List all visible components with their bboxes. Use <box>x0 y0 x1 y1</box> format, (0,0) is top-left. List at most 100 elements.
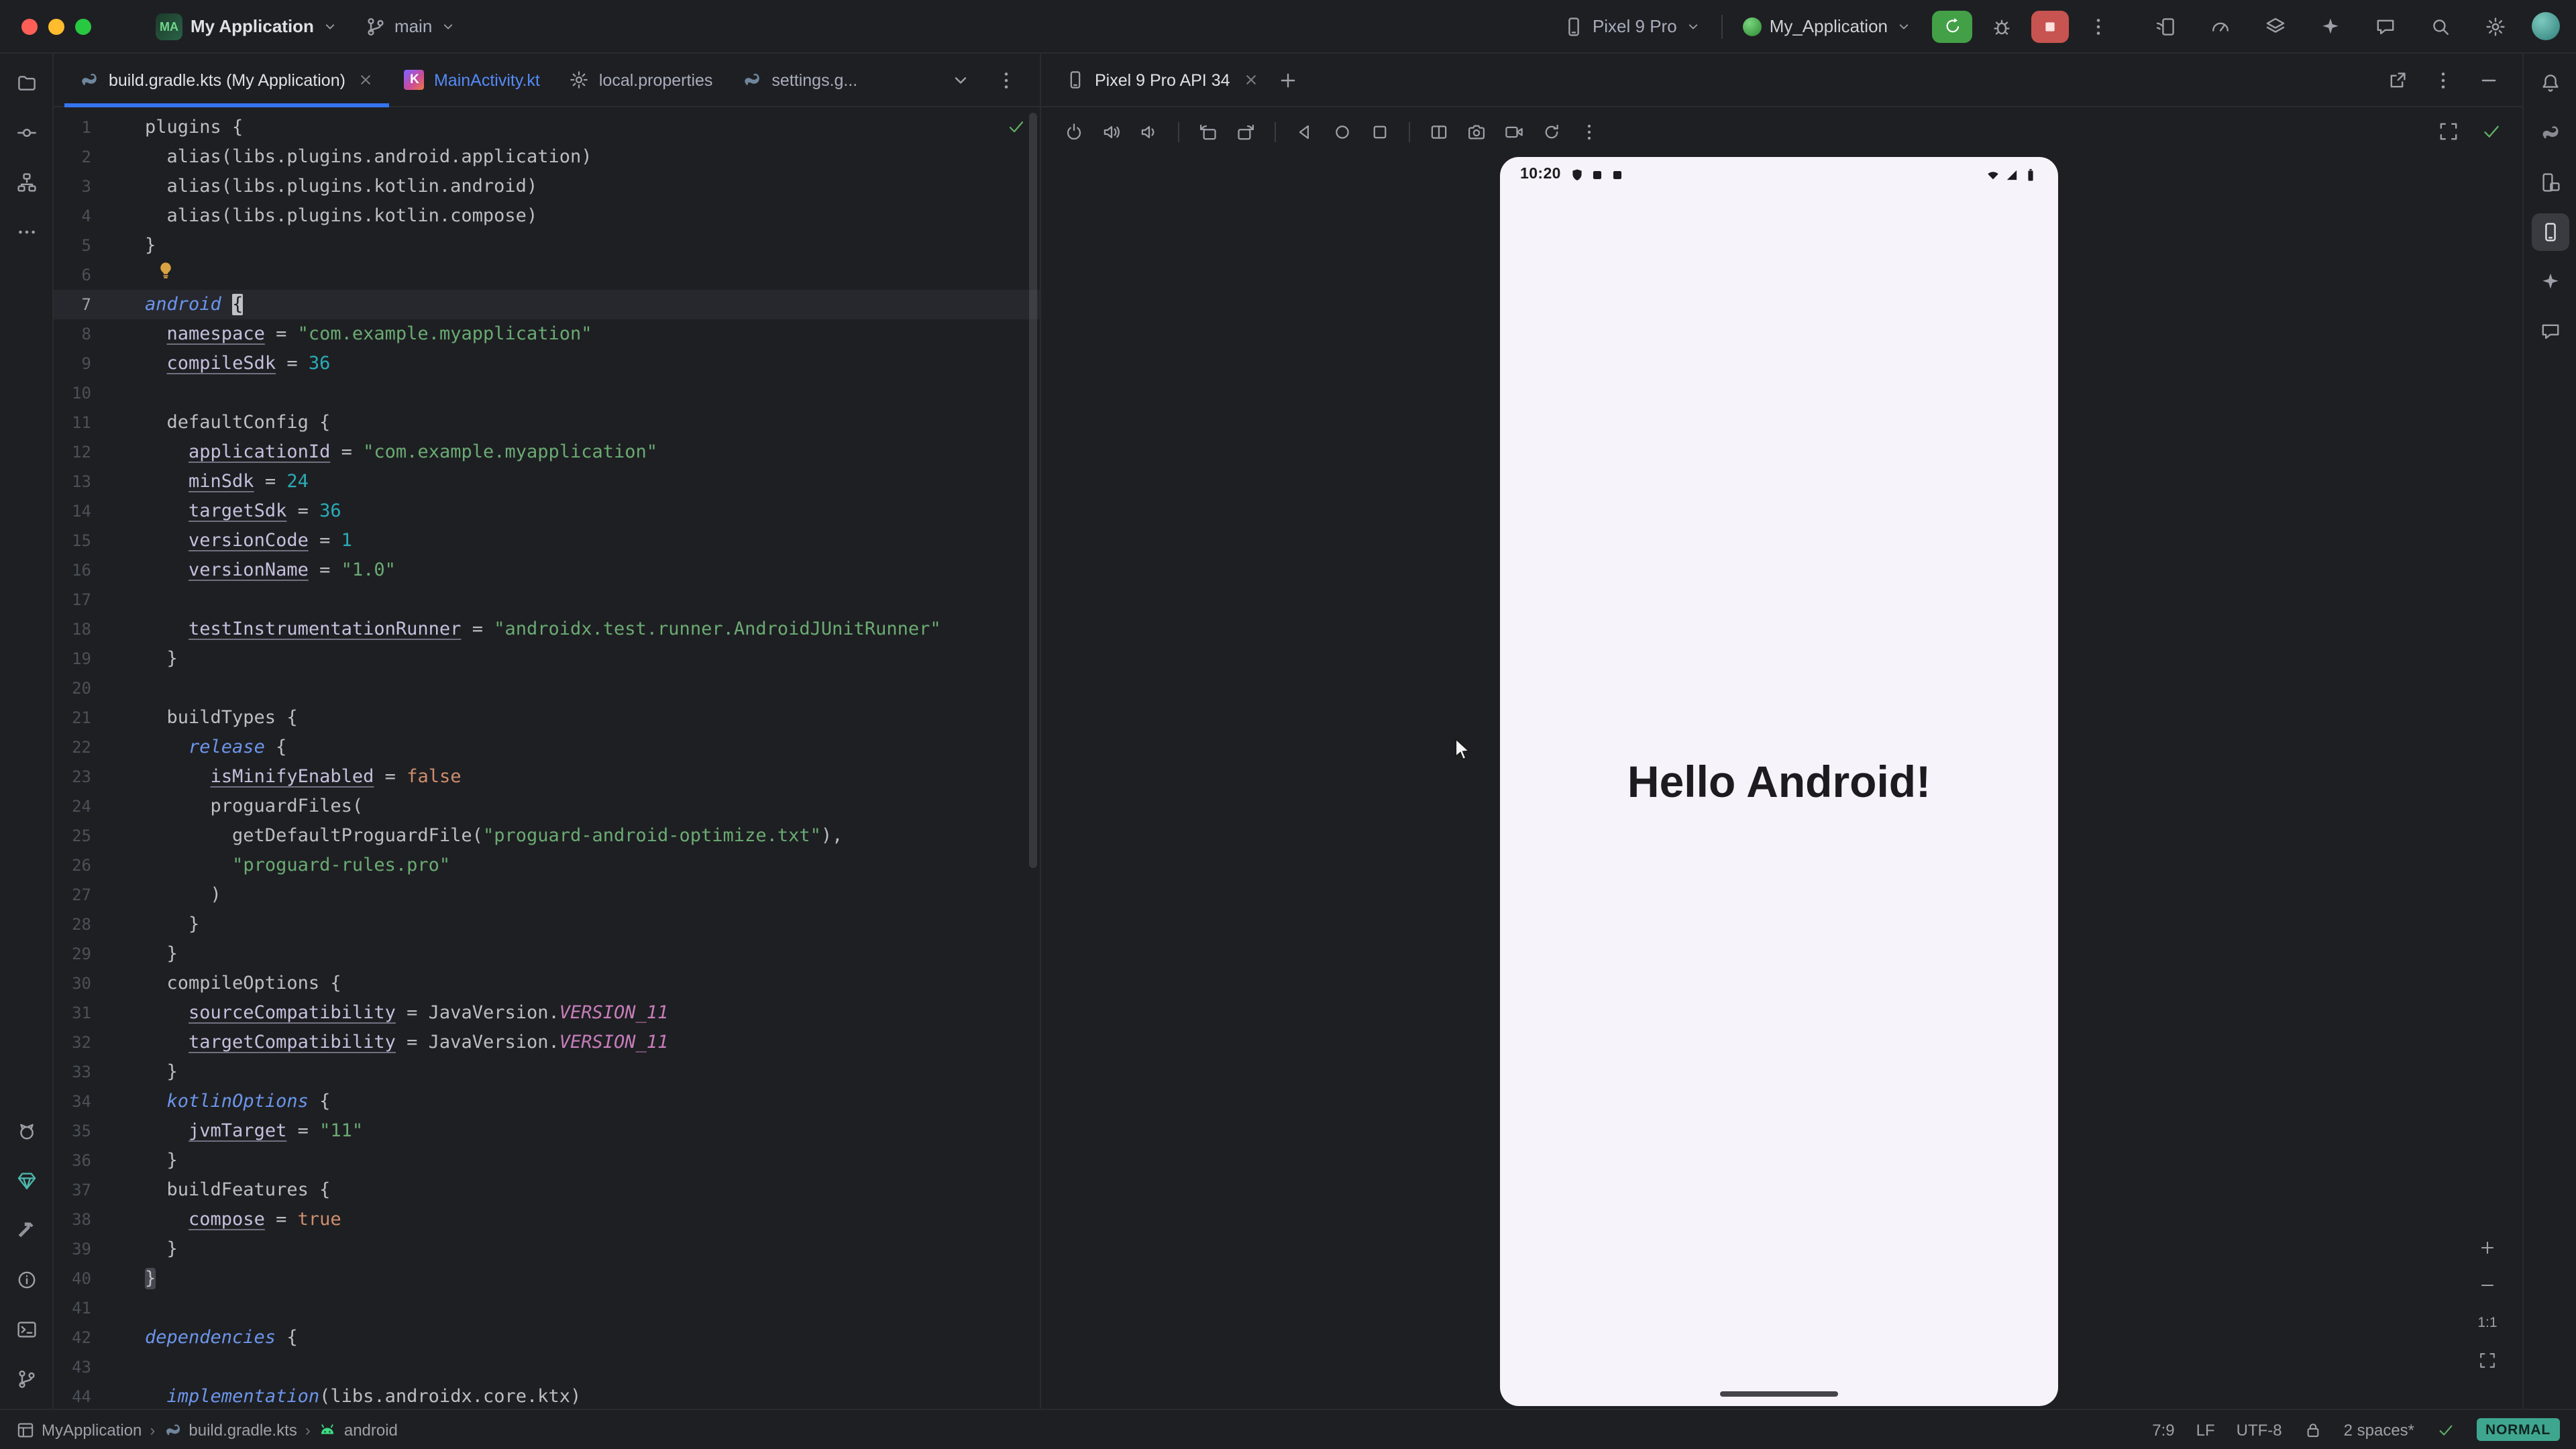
code-line-10[interactable]: 10 <box>54 378 1040 408</box>
code-line-43[interactable]: 43 <box>54 1352 1040 1382</box>
fold-button[interactable] <box>1422 115 1456 148</box>
rotate-left-button[interactable] <box>1191 115 1225 148</box>
version-control-tool-button[interactable] <box>7 1360 45 1398</box>
volume-down-button[interactable] <box>1132 115 1166 148</box>
code-line-19[interactable]: 19 } <box>54 644 1040 674</box>
profile-avatar[interactable] <box>2532 12 2560 40</box>
code-editor[interactable]: 1plugins {2 alias(libs.plugins.android.a… <box>54 107 1040 1409</box>
code-line-14[interactable]: 14 targetSdk = 36 <box>54 496 1040 526</box>
zoom-fit-button[interactable] <box>2474 1347 2501 1374</box>
close-tab-icon[interactable] <box>358 71 375 89</box>
settings-button[interactable] <box>2477 7 2514 45</box>
code-line-40[interactable]: 40} <box>54 1264 1040 1293</box>
breadcrumb-file[interactable]: build.gradle.kts <box>163 1420 297 1439</box>
add-device-button[interactable] <box>1273 65 1303 95</box>
code-line-29[interactable]: 29 } <box>54 939 1040 969</box>
code-line-34[interactable]: 34 kotlinOptions { <box>54 1087 1040 1116</box>
code-line-16[interactable]: 16 versionName = "1.0" <box>54 555 1040 585</box>
code-line-15[interactable]: 15 versionCode = 1 <box>54 526 1040 555</box>
zoom-reset-button[interactable]: 1:1 <box>2474 1309 2501 1336</box>
code-line-44[interactable]: 44 implementation(libs.androidx.core.ktx… <box>54 1382 1040 1409</box>
app-inspection-button[interactable] <box>2257 7 2294 45</box>
code-line-26[interactable]: 26 "proguard-rules.pro" <box>54 851 1040 880</box>
open-in-new-window-button[interactable] <box>2383 65 2412 95</box>
vcs-branch-widget[interactable]: main <box>357 10 464 42</box>
debug-button[interactable] <box>1984 9 2019 44</box>
close-device-tab-icon[interactable] <box>1242 71 1260 89</box>
code-line-7[interactable]: 7android { <box>54 290 1040 319</box>
code-line-1[interactable]: 1plugins { <box>54 113 1040 142</box>
minimize-window-button[interactable] <box>48 18 64 34</box>
screenshot-button[interactable] <box>1460 115 1493 148</box>
code-line-18[interactable]: 18 testInstrumentationRunner = "androidx… <box>54 614 1040 644</box>
power-button[interactable] <box>1057 115 1091 148</box>
more-tool-windows-button[interactable] <box>7 213 45 251</box>
inspections-ok-icon[interactable] <box>1006 117 1026 137</box>
fullscreen-window-button[interactable] <box>75 18 91 34</box>
breadcrumb-project[interactable]: MyApplication <box>16 1420 142 1439</box>
ideavim-widget[interactable] <box>2436 1420 2455 1439</box>
code-line-32[interactable]: 32 targetCompatibility = JavaVersion.VER… <box>54 1028 1040 1057</box>
hidden-tabs-button[interactable] <box>946 65 975 95</box>
terminal-tool-button[interactable] <box>7 1311 45 1348</box>
overview-button[interactable] <box>1363 115 1397 148</box>
editor-tab-mainactivity-kt[interactable]: KMainActivity.kt <box>390 54 555 106</box>
gradle-tool-button[interactable] <box>2531 114 2569 152</box>
code-line-12[interactable]: 12 applicationId = "com.example.myapplic… <box>54 437 1040 467</box>
search-everywhere-button[interactable] <box>2422 7 2459 45</box>
navigation-handle[interactable] <box>1720 1391 1838 1397</box>
code-line-4[interactable]: 4 alias(libs.plugins.kotlin.compose) <box>54 201 1040 231</box>
code-line-39[interactable]: 39 } <box>54 1234 1040 1264</box>
device-manager-button[interactable] <box>2147 7 2184 45</box>
code-line-22[interactable]: 22 release { <box>54 733 1040 762</box>
code-line-23[interactable]: 23 isMinifyEnabled = false <box>54 762 1040 792</box>
back-button[interactable] <box>1288 115 1322 148</box>
ai-assistant-tool-button[interactable] <box>2531 313 2569 350</box>
code-line-13[interactable]: 13 minSdk = 24 <box>54 467 1040 496</box>
app-quality-insights-tool-button[interactable] <box>7 1162 45 1199</box>
indent-widget[interactable]: 2 spaces* <box>2344 1420 2414 1439</box>
screen-record-button[interactable] <box>1497 115 1531 148</box>
device-tab-pixel-9-pro-api-34[interactable]: Pixel 9 Pro API 34 <box>1052 54 1273 106</box>
commit-tool-button[interactable] <box>7 114 45 152</box>
code-line-2[interactable]: 2 alias(libs.plugins.android.application… <box>54 142 1040 172</box>
code-line-27[interactable]: 27 ) <box>54 880 1040 910</box>
volume-up-button[interactable] <box>1095 115 1128 148</box>
code-line-11[interactable]: 11 defaultConfig { <box>54 408 1040 437</box>
code-line-35[interactable]: 35 jvmTarget = "11" <box>54 1116 1040 1146</box>
device-screen[interactable]: 10:20 Hello Android! <box>1500 157 2058 1406</box>
display-mode-button[interactable] <box>2434 117 2463 146</box>
more-run-actions-button[interactable] <box>2081 9 2116 44</box>
notifications-button[interactable] <box>2531 64 2569 102</box>
code-line-41[interactable]: 41 <box>54 1293 1040 1323</box>
restart-button[interactable] <box>1535 115 1568 148</box>
editor-tab-options-button[interactable] <box>991 65 1021 95</box>
logcat-tool-button[interactable] <box>7 1112 45 1150</box>
code-line-21[interactable]: 21 buildTypes { <box>54 703 1040 733</box>
zoom-out-button[interactable] <box>2474 1272 2501 1299</box>
code-line-36[interactable]: 36 } <box>54 1146 1040 1175</box>
code-line-24[interactable]: 24 proguardFiles( <box>54 792 1040 821</box>
zoom-in-button[interactable] <box>2474 1234 2501 1261</box>
line-separator-widget[interactable]: LF <box>2196 1420 2215 1439</box>
device-more-actions-button[interactable] <box>1572 115 1606 148</box>
code-line-38[interactable]: 38 compose = true <box>54 1205 1040 1234</box>
project-tool-button[interactable] <box>7 64 45 102</box>
editor-scrollbar[interactable] <box>1029 113 1037 867</box>
code-line-8[interactable]: 8 namespace = "com.example.myapplication… <box>54 319 1040 349</box>
encoding-widget[interactable]: UTF-8 <box>2237 1420 2282 1439</box>
rerun-button[interactable] <box>1932 10 1972 42</box>
code-line-33[interactable]: 33 } <box>54 1057 1040 1087</box>
structure-tool-button[interactable] <box>7 164 45 201</box>
intention-bulb-icon[interactable] <box>156 260 176 280</box>
device-selector[interactable]: Pixel 9 Pro <box>1555 10 1709 42</box>
profiler-button[interactable] <box>2202 7 2239 45</box>
code-line-37[interactable]: 37 buildFeatures { <box>54 1175 1040 1205</box>
caret-position-widget[interactable]: 7:9 <box>2152 1420 2174 1439</box>
code-line-9[interactable]: 9 compileSdk = 36 <box>54 349 1040 378</box>
running-devices-tool-button[interactable] <box>2531 213 2569 251</box>
problems-tool-button[interactable] <box>7 1261 45 1299</box>
hide-panel-button[interactable] <box>2474 65 2504 95</box>
vim-mode-badge[interactable]: NORMAL <box>2476 1418 2560 1441</box>
editor-tab-settings-g[interactable]: settings.g... <box>727 54 872 106</box>
